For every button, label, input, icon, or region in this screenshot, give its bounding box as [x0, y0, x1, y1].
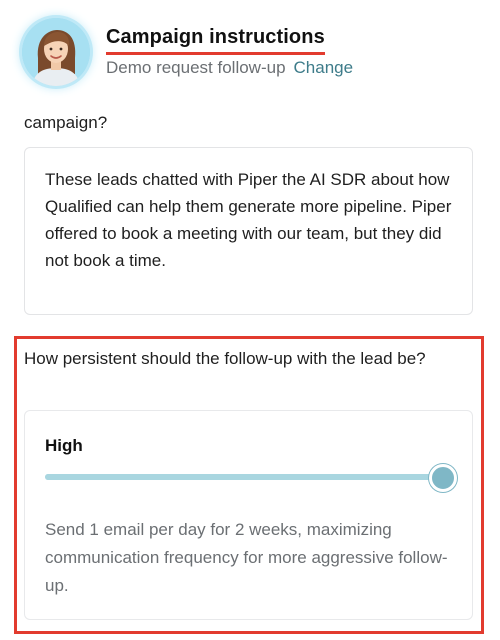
- page-title: Campaign instructions: [106, 26, 325, 55]
- header: Campaign instructions Demo request follo…: [20, 16, 490, 92]
- avatar-portrait-icon: [22, 18, 90, 86]
- campaign-question-label: campaign?: [24, 113, 108, 132]
- slider-fill: [45, 474, 443, 480]
- persistence-question-label: How persistent should the follow-up with…: [24, 349, 426, 368]
- slider-thumb[interactable]: [429, 464, 457, 492]
- campaign-answer-field[interactable]: These leads chatted with Piper the AI SD…: [24, 147, 473, 315]
- campaign-subtitle: Demo request follow-up Change: [106, 58, 353, 78]
- change-link[interactable]: Change: [294, 58, 354, 77]
- persistence-description: Send 1 email per day for 2 weeks, maximi…: [45, 520, 448, 595]
- persistence-level-label: High: [45, 436, 83, 455]
- persistence-card: High Send 1 email per day for 2 weeks, m…: [24, 410, 473, 620]
- campaign-instructions-page: Campaign instructions Demo request follo…: [0, 0, 500, 640]
- campaign-answer-text: These leads chatted with Piper the AI SD…: [45, 170, 452, 270]
- campaign-name: Demo request follow-up: [106, 58, 286, 77]
- persistence-slider[interactable]: [45, 464, 457, 492]
- avatar: [22, 18, 90, 86]
